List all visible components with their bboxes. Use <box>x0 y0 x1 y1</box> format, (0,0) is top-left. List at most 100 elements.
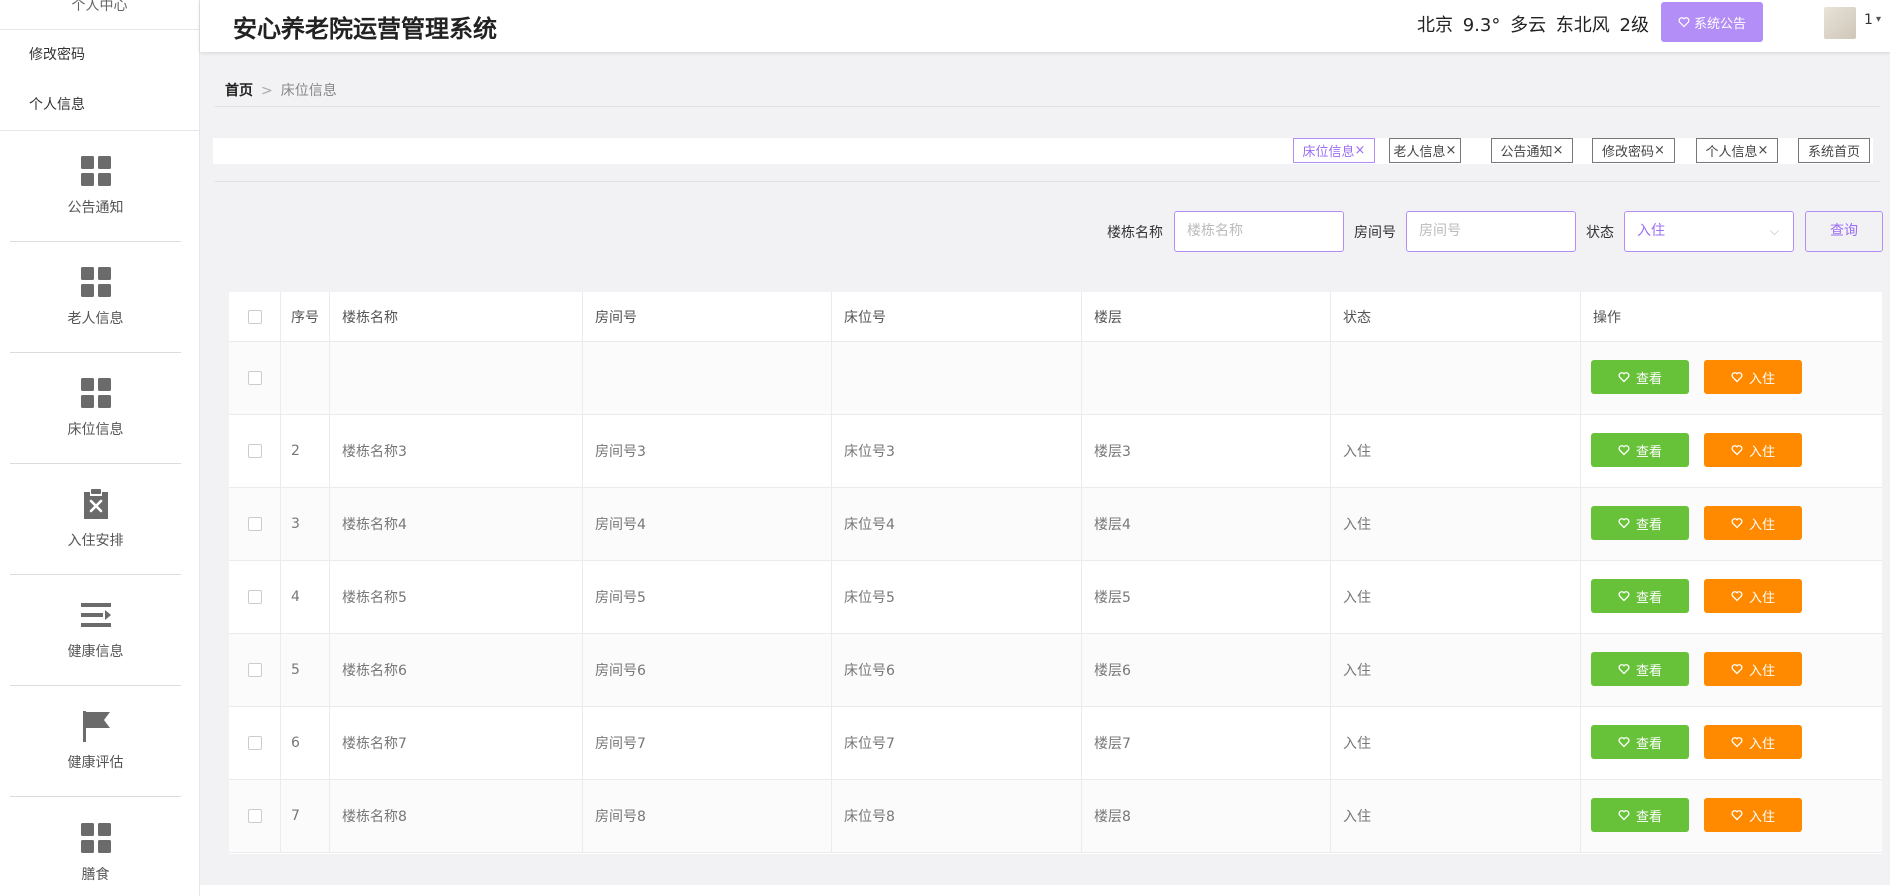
top-header: 安心养老院运营管理系统 北京 9.3° 多云 东北风 2级 系统公告 1 ▾ <box>200 0 1890 52</box>
sidebar-item-elderly[interactable]: 老人信息 <box>10 242 181 353</box>
heart-icon <box>1731 591 1743 602</box>
cell-floor <box>1082 342 1331 414</box>
cell-floor: 楼层5 <box>1082 561 1331 633</box>
checkin-button-label: 入住 <box>1748 736 1775 752</box>
tag-notice[interactable]: 公告通知 × <box>1491 138 1573 163</box>
sidebar-item-health-assessment[interactable]: 健康评估 <box>10 686 181 797</box>
row-checkbox[interactable] <box>247 809 262 823</box>
checkin-button[interactable]: 入住 <box>1704 725 1802 759</box>
cell-floor: 楼层6 <box>1082 634 1331 706</box>
checkin-button[interactable]: 入住 <box>1704 433 1802 467</box>
cell-building: 楼栋名称8 <box>330 780 583 852</box>
sidebar-item-label: 入住安排 <box>67 533 124 549</box>
row-checkbox[interactable] <box>247 444 262 458</box>
checkin-button[interactable]: 入住 <box>1704 798 1802 832</box>
cell-floor: 楼层4 <box>1082 488 1331 560</box>
close-icon[interactable]: × <box>1355 143 1366 158</box>
building-input[interactable]: 楼栋名称 <box>1174 211 1344 252</box>
sidebar-item-checkin-arrangement[interactable]: 入住安排 <box>10 464 181 575</box>
header-actions: 操作 <box>1593 309 1621 326</box>
tag-personal-info[interactable]: 个人信息 × <box>1696 138 1778 163</box>
sidebar-item-notice[interactable]: 公告通知 <box>10 131 181 242</box>
status-select[interactable]: 入住 ⌵ <box>1624 211 1794 252</box>
row-checkbox[interactable] <box>247 663 262 677</box>
tag-label: 床位信息 <box>1302 145 1355 160</box>
view-button-label: 查看 <box>1635 663 1662 679</box>
tag-bed-info[interactable]: 床位信息 × <box>1293 138 1375 163</box>
heart-icon <box>1618 664 1630 675</box>
row-checkbox[interactable] <box>247 517 262 531</box>
close-icon[interactable]: × <box>1758 143 1769 158</box>
cell-index: 2 <box>281 415 330 487</box>
select-all-checkbox[interactable] <box>247 309 262 324</box>
checkin-button[interactable]: 入住 <box>1704 506 1802 540</box>
view-button-label: 查看 <box>1635 444 1662 460</box>
checkin-button[interactable]: 入住 <box>1704 652 1802 686</box>
breadcrumb-home[interactable]: 首页 <box>225 83 253 99</box>
system-notice-button[interactable]: 系统公告 <box>1661 2 1763 42</box>
tags-view-bar: 床位信息 × 老人信息 × 公告通知 × 修改密码 × 个人信息 × 系统首页 <box>213 138 1873 164</box>
cell-floor: 楼层8 <box>1082 780 1331 852</box>
sidebar-item-health-info[interactable]: 健康信息 <box>10 575 181 686</box>
divider <box>215 106 1880 107</box>
cell-status: 入住 <box>1331 415 1581 487</box>
breadcrumb: 首页 > 床位信息 <box>225 80 337 100</box>
row-checkbox[interactable] <box>247 371 262 385</box>
view-button[interactable]: 查看 <box>1591 725 1689 759</box>
status-label: 状态 <box>1586 225 1614 241</box>
sidebar-item-meals[interactable]: 膳食 <box>10 797 181 896</box>
cell-index: 4 <box>281 561 330 633</box>
row-select-cell <box>229 707 281 779</box>
building-label: 楼栋名称 <box>1107 225 1163 241</box>
view-button[interactable]: 查看 <box>1591 506 1689 540</box>
cell-building: 楼栋名称5 <box>330 561 583 633</box>
caret-down-icon[interactable]: ▾ <box>1876 14 1881 25</box>
cell-index: 6 <box>281 707 330 779</box>
table-row: 6 楼栋名称7 房间号7 床位号7 楼层7 入住 查看 入住 <box>229 707 1882 780</box>
checkin-button[interactable]: 入住 <box>1704 579 1802 613</box>
close-icon[interactable]: × <box>1654 143 1665 158</box>
view-button[interactable]: 查看 <box>1591 798 1689 832</box>
close-icon[interactable]: × <box>1446 143 1457 158</box>
cell-status: 入住 <box>1331 707 1581 779</box>
search-button[interactable]: 查询 <box>1805 211 1883 252</box>
close-icon[interactable]: × <box>1553 143 1564 158</box>
table-row: 3 楼栋名称4 房间号4 床位号4 楼层4 入住 查看 入住 <box>229 488 1882 561</box>
checkin-button-label: 入住 <box>1748 371 1775 387</box>
avatar[interactable] <box>1824 7 1856 39</box>
cell-floor: 楼层3 <box>1082 415 1331 487</box>
view-button[interactable]: 查看 <box>1591 360 1689 394</box>
tag-home[interactable]: 系统首页 <box>1798 138 1870 163</box>
view-button[interactable]: 查看 <box>1591 579 1689 613</box>
tag-label: 系统首页 <box>1807 145 1860 160</box>
sidebar-item-beds[interactable]: 床位信息 <box>10 353 181 464</box>
view-button[interactable]: 查看 <box>1591 652 1689 686</box>
heart-icon <box>1618 518 1630 529</box>
sidebar-item-change-password[interactable]: 修改密码 <box>0 30 199 80</box>
sidebar-item-personal-info[interactable]: 个人信息 <box>0 80 199 130</box>
view-button[interactable]: 查看 <box>1591 433 1689 467</box>
tag-label: 公告通知 <box>1500 145 1553 160</box>
row-checkbox[interactable] <box>247 590 262 604</box>
user-name[interactable]: 1 <box>1864 12 1873 28</box>
cell-room: 房间号5 <box>583 561 832 633</box>
checkin-button-label: 入住 <box>1748 517 1775 533</box>
cell-floor: 楼层7 <box>1082 707 1331 779</box>
row-select-cell <box>229 634 281 706</box>
sidebar-group-title[interactable]: 个人中心 <box>0 0 199 30</box>
cell-status: 入住 <box>1331 488 1581 560</box>
cell-index: 3 <box>281 488 330 560</box>
tag-elderly-info[interactable]: 老人信息 × <box>1389 138 1461 163</box>
sidebar-item-label: 公告通知 <box>67 200 124 216</box>
heart-icon <box>1731 518 1743 529</box>
room-input[interactable]: 房间号 <box>1406 211 1576 252</box>
checkin-button[interactable]: 入住 <box>1704 360 1802 394</box>
grid-icon <box>80 378 111 408</box>
tag-change-password[interactable]: 修改密码 × <box>1592 138 1675 163</box>
list-icon <box>80 603 111 627</box>
footer-strip <box>200 885 1890 896</box>
table-row: 查看 入住 <box>229 342 1882 415</box>
view-button-label: 查看 <box>1635 590 1662 606</box>
row-checkbox[interactable] <box>247 736 262 750</box>
weather-info: 北京 9.3° 多云 东北风 2级 <box>1417 15 1649 36</box>
